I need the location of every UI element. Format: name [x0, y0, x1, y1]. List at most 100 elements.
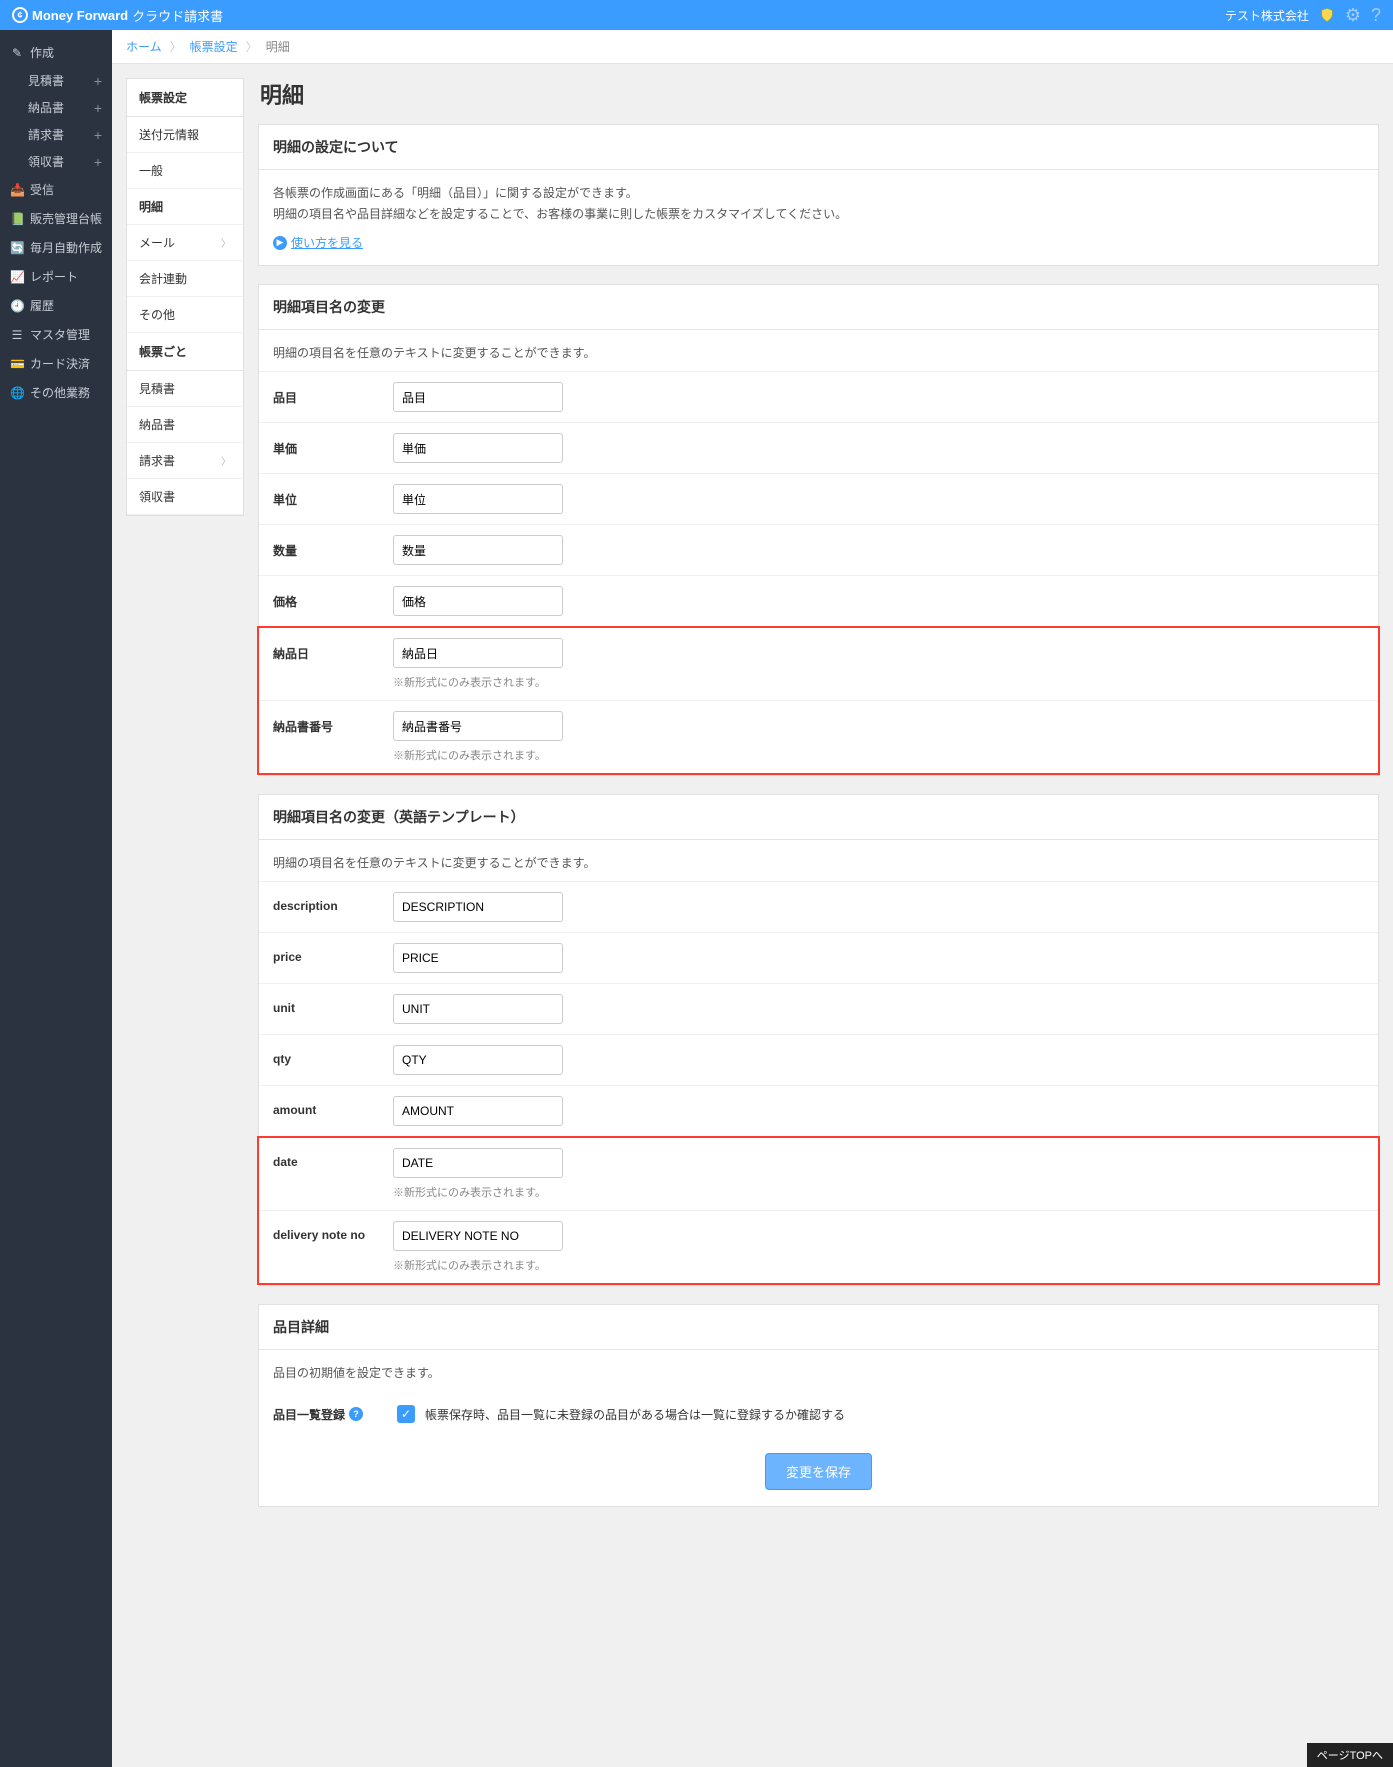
- panel-names-en-title: 明細項目名の変更（英語テンプレート）: [259, 795, 1378, 840]
- panel-names-en: 明細項目名の変更（英語テンプレート） 明細の項目名を任意のテキストに変更すること…: [258, 794, 1379, 1286]
- panel-item-detail-title: 品目詳細: [259, 1305, 1378, 1350]
- settings-nav-estimate[interactable]: 見積書: [127, 371, 243, 407]
- panel-item-detail-desc: 品目の初期値を設定できます。: [259, 1350, 1378, 1391]
- input-amount-en[interactable]: [393, 1096, 563, 1126]
- label-price-en: price: [273, 943, 393, 964]
- book-icon: 📗: [10, 212, 24, 226]
- label-price: 単価: [273, 433, 393, 457]
- plus-icon[interactable]: +: [94, 127, 102, 143]
- settings-nav-general[interactable]: 一般: [127, 153, 243, 189]
- panel-names-jp-desc: 明細の項目名を任意のテキストに変更することができます。: [259, 330, 1378, 371]
- plus-icon[interactable]: +: [94, 100, 102, 116]
- note-delivery-no: ※新形式にのみ表示されます。: [393, 747, 563, 763]
- shield-icon[interactable]: [1319, 6, 1335, 24]
- settings-nav-receipt[interactable]: 領収書: [127, 479, 243, 515]
- input-description-en[interactable]: [393, 892, 563, 922]
- sidebar-item-report[interactable]: 📈レポート: [0, 262, 112, 291]
- settings-nav-sender[interactable]: 送付元情報: [127, 117, 243, 153]
- label-qty-en: qty: [273, 1045, 393, 1066]
- input-unit[interactable]: [393, 484, 563, 514]
- label-amount-en: amount: [273, 1096, 393, 1117]
- sidebar-item-sales-ledger[interactable]: 📗販売管理台帳: [0, 204, 112, 233]
- label-delivery-date: 納品日: [273, 638, 393, 662]
- input-date-en[interactable]: [393, 1148, 563, 1178]
- howto-link[interactable]: ▶ 使い方を見る: [273, 234, 363, 251]
- input-delivery-no[interactable]: [393, 711, 563, 741]
- page-title: 明細: [258, 78, 1379, 110]
- sidebar-item-other[interactable]: 🌐その他業務: [0, 378, 112, 407]
- panel-about-title: 明細の設定について: [259, 125, 1378, 170]
- company-name[interactable]: テスト株式会社: [1225, 7, 1309, 24]
- highlight-jp: 納品日※新形式にのみ表示されます。 納品書番号※新形式にのみ表示されます。: [257, 626, 1380, 775]
- app-logo[interactable]: ¢ Money Forward クラウド請求書: [12, 6, 223, 25]
- globe-icon: 🌐: [10, 386, 24, 400]
- sidebar-sub-receipt[interactable]: 領収書+: [0, 148, 112, 175]
- pagetop-button[interactable]: ページTOPへ: [1307, 1743, 1393, 1767]
- input-delivery-date[interactable]: [393, 638, 563, 668]
- sidebar-sub-invoice[interactable]: 請求書+: [0, 121, 112, 148]
- input-qty-en[interactable]: [393, 1045, 563, 1075]
- chevron-right-icon: 〉: [170, 38, 182, 55]
- item-register-checkbox[interactable]: ✓: [397, 1405, 415, 1423]
- clock-icon: 🕘: [10, 299, 24, 313]
- chart-icon: 📈: [10, 270, 24, 284]
- label-description-en: description: [273, 892, 393, 913]
- highlight-en: date※新形式にのみ表示されます。 delivery note no※新形式に…: [257, 1136, 1380, 1285]
- breadcrumb-settings[interactable]: 帳票設定: [190, 38, 238, 55]
- label-amount: 価格: [273, 586, 393, 610]
- sidebar-sub-estimate[interactable]: 見積書+: [0, 67, 112, 94]
- label-date-en: date: [273, 1148, 393, 1169]
- label-unit: 単位: [273, 484, 393, 508]
- logo-icon: ¢: [12, 7, 28, 23]
- item-register-text: 帳票保存時、品目一覧に未登録の品目がある場合は一覧に登録するか確認する: [425, 1406, 845, 1423]
- settings-nav-invoice[interactable]: 請求書〉: [127, 443, 243, 479]
- plus-icon[interactable]: +: [94, 73, 102, 89]
- logo-product: クラウド請求書: [132, 6, 223, 25]
- about-text-1: 各帳票の作成画面にある「明細（品目）」に関する設定ができます。: [273, 184, 1364, 201]
- input-price[interactable]: [393, 433, 563, 463]
- breadcrumb-home[interactable]: ホーム: [126, 38, 162, 55]
- label-delivery-no: 納品書番号: [273, 711, 393, 735]
- help-icon[interactable]: ?: [349, 1407, 363, 1421]
- settings-nav-header: 帳票設定: [127, 79, 243, 117]
- plus-icon[interactable]: +: [94, 154, 102, 170]
- label-unit-en: unit: [273, 994, 393, 1015]
- settings-nav: 帳票設定 送付元情報 一般 明細 メール〉 会計連動 その他 帳票ごと 見積書 …: [126, 78, 244, 516]
- input-delivery-note-no-en[interactable]: [393, 1221, 563, 1251]
- panel-names-jp: 明細項目名の変更 明細の項目名を任意のテキストに変更することができます。 品目 …: [258, 284, 1379, 776]
- settings-nav-mail[interactable]: メール〉: [127, 225, 243, 261]
- chevron-right-icon: 〉: [246, 38, 258, 55]
- settings-nav-delivery[interactable]: 納品書: [127, 407, 243, 443]
- sidebar-item-auto-create[interactable]: 🔄毎月自動作成: [0, 233, 112, 262]
- item-register-label: 品目一覧登録: [273, 1406, 345, 1423]
- input-amount[interactable]: [393, 586, 563, 616]
- input-price-en[interactable]: [393, 943, 563, 973]
- gear-icon[interactable]: ⚙: [1345, 5, 1361, 26]
- label-qty: 数量: [273, 535, 393, 559]
- card-icon: 💳: [10, 357, 24, 371]
- sidebar-item-master[interactable]: ☰マスタ管理: [0, 320, 112, 349]
- label-delivery-note-no-en: delivery note no: [273, 1221, 393, 1242]
- sidebar-item-history[interactable]: 🕘履歴: [0, 291, 112, 320]
- label-item: 品目: [273, 382, 393, 406]
- sidebar-main: ✎ 作成 見積書+ 納品書+ 請求書+ 領収書+ 📥受信 📗販売管理台帳 🔄毎月…: [0, 30, 112, 1767]
- info-icon: ▶: [273, 236, 287, 250]
- input-qty[interactable]: [393, 535, 563, 565]
- sidebar-item-card[interactable]: 💳カード決済: [0, 349, 112, 378]
- settings-nav-other[interactable]: その他: [127, 297, 243, 333]
- settings-nav-header2: 帳票ごと: [127, 333, 243, 371]
- sidebar-item-inbox[interactable]: 📥受信: [0, 175, 112, 204]
- settings-nav-detail[interactable]: 明細: [127, 189, 243, 225]
- note-delivery-date: ※新形式にのみ表示されます。: [393, 674, 563, 690]
- help-icon[interactable]: ?: [1371, 5, 1381, 26]
- settings-nav-accounting[interactable]: 会計連動: [127, 261, 243, 297]
- sidebar-sub-delivery[interactable]: 納品書+: [0, 94, 112, 121]
- panel-names-jp-title: 明細項目名の変更: [259, 285, 1378, 330]
- breadcrumb: ホーム 〉 帳票設定 〉 明細: [112, 30, 1393, 64]
- refresh-icon: 🔄: [10, 241, 24, 255]
- input-item[interactable]: [393, 382, 563, 412]
- input-unit-en[interactable]: [393, 994, 563, 1024]
- save-button[interactable]: 変更を保存: [765, 1453, 872, 1490]
- panel-names-en-desc: 明細の項目名を任意のテキストに変更することができます。: [259, 840, 1378, 881]
- sidebar-item-create[interactable]: ✎ 作成: [0, 38, 112, 67]
